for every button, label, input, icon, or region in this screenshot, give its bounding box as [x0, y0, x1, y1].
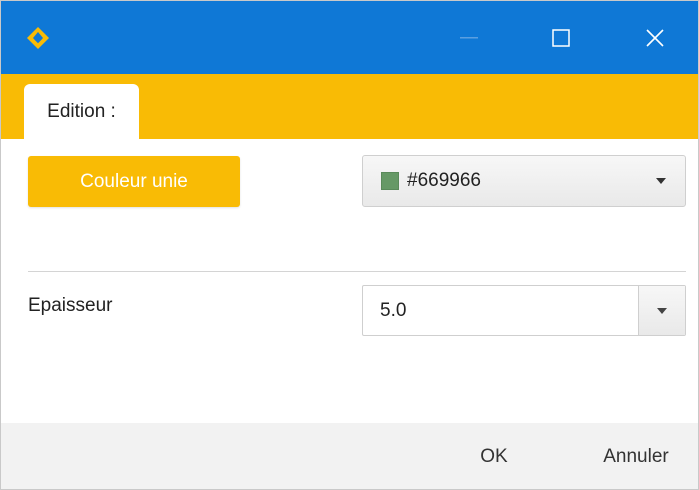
color-picker[interactable]: #669966: [362, 155, 686, 207]
diamond-logo-icon: [25, 25, 51, 51]
color-value: #669966: [407, 170, 481, 191]
maximize-icon: [552, 28, 570, 47]
close-icon: [646, 28, 664, 47]
color-swatch: [381, 172, 399, 190]
section-divider: [28, 271, 686, 272]
fill-mode-button[interactable]: Couleur unie: [28, 156, 240, 207]
minimize-button[interactable]: [438, 1, 500, 74]
dialog-window: Edition : Couleur unie #669966 Epaisseur…: [0, 0, 699, 490]
ok-label: OK: [480, 446, 508, 467]
maximize-button[interactable]: [530, 1, 592, 74]
tab-edition[interactable]: Edition :: [24, 84, 139, 140]
minimize-icon: [460, 36, 478, 38]
cancel-button[interactable]: Annuler: [586, 434, 686, 480]
title-bar[interactable]: [1, 1, 698, 74]
ok-button[interactable]: OK: [459, 434, 529, 480]
thickness-input[interactable]: [363, 286, 637, 335]
cancel-label: Annuler: [603, 446, 669, 467]
close-button[interactable]: [624, 1, 686, 74]
thickness-dropdown-button[interactable]: [638, 286, 685, 335]
chevron-down-icon: [656, 178, 666, 184]
tab-label: Edition :: [47, 101, 116, 122]
thickness-label: Epaisseur: [28, 295, 113, 316]
chevron-down-icon: [657, 307, 667, 314]
fill-mode-label: Couleur unie: [80, 170, 188, 192]
thickness-combo[interactable]: [362, 285, 686, 336]
